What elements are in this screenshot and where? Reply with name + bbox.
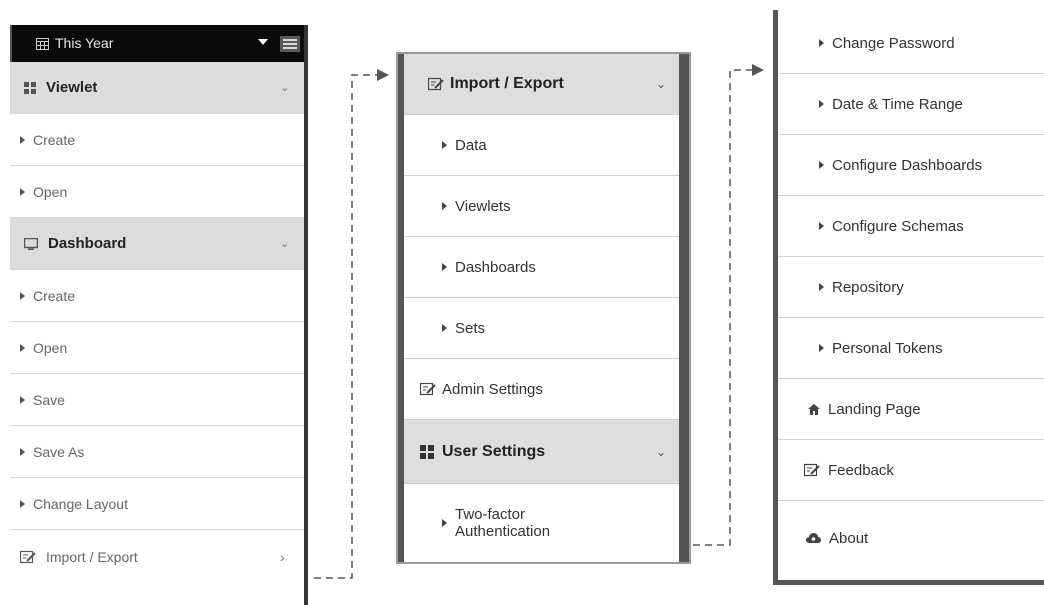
date-time-range-item[interactable]: Date & Time Range bbox=[778, 74, 1044, 135]
main-menu-panel: This Year Viewlet ⌄ Create Open Dashboar… bbox=[10, 25, 308, 605]
configure-dashboards-item[interactable]: Configure Dashboards bbox=[778, 135, 1044, 196]
hamburger-icon[interactable] bbox=[280, 36, 300, 52]
caret-right-icon bbox=[442, 202, 447, 210]
caret-right-icon bbox=[819, 161, 824, 169]
caret-right-icon bbox=[20, 291, 25, 300]
import-export-panel: Import / Export ⌄ Data Viewlets Dashboar… bbox=[396, 52, 691, 564]
two-factor-label: Two-factor Authentication bbox=[455, 506, 550, 540]
dashboard-open-item[interactable]: Open bbox=[10, 322, 304, 374]
user-settings-label: User Settings bbox=[442, 442, 546, 460]
change-password-item[interactable]: Change Password bbox=[778, 13, 1044, 74]
dashboard-save-item[interactable]: Save bbox=[10, 374, 304, 426]
caret-right-icon bbox=[442, 141, 447, 149]
caret-right-icon bbox=[819, 100, 824, 108]
menu-item-label: Open bbox=[33, 183, 68, 200]
menu-item-label: Save As bbox=[33, 443, 85, 460]
menu-item-label: Date & Time Range bbox=[832, 95, 963, 113]
import-export-label: Import / Export bbox=[450, 75, 564, 92]
import-export-label: Import / Export bbox=[46, 549, 138, 565]
menu-item-label: Change Layout bbox=[33, 495, 128, 512]
caret-right-icon bbox=[819, 39, 824, 47]
caret-right-icon bbox=[20, 499, 25, 508]
menu-item-label: Open bbox=[33, 339, 68, 356]
chevron-down-icon: ⌄ bbox=[656, 77, 667, 91]
about-item[interactable]: About bbox=[778, 501, 1044, 575]
about-label: About bbox=[829, 529, 869, 547]
chevron-right-icon: › bbox=[280, 549, 285, 565]
top-bar: This Year bbox=[10, 25, 304, 62]
menu-item-label: Personal Tokens bbox=[832, 339, 943, 357]
viewlet-section-header[interactable]: Viewlet ⌄ bbox=[10, 62, 304, 114]
menu-item-label: Viewlets bbox=[455, 197, 511, 215]
menu-item-label: Sets bbox=[455, 319, 486, 337]
menu-item-label: Data bbox=[455, 136, 487, 154]
menu-item-label: Create bbox=[33, 287, 76, 304]
caret-right-icon bbox=[442, 263, 447, 271]
landing-page-item[interactable]: Landing Page bbox=[778, 379, 1044, 440]
menu-item-label: Configure Schemas bbox=[832, 217, 964, 235]
cloud-icon bbox=[806, 532, 821, 543]
caret-right-icon bbox=[442, 519, 447, 527]
two-factor-line-1: Two-factor bbox=[455, 506, 526, 523]
import-export-viewlets-item[interactable]: Viewlets bbox=[404, 176, 679, 237]
import-export-dashboards-item[interactable]: Dashboards bbox=[404, 237, 679, 298]
monitor-icon bbox=[24, 237, 38, 250]
import-export-section-header[interactable]: Import / Export ⌄ bbox=[404, 54, 679, 115]
two-factor-authentication-item[interactable]: Two-factor Authentication bbox=[404, 484, 679, 562]
chevron-down-icon: ⌄ bbox=[656, 444, 667, 459]
viewlet-open-item[interactable]: Open bbox=[10, 166, 304, 218]
admin-settings-item[interactable]: Admin Settings bbox=[404, 359, 679, 420]
dashboard-change-layout-item[interactable]: Change Layout bbox=[10, 478, 304, 530]
edit-icon bbox=[420, 382, 436, 396]
dashboard-create-item[interactable]: Create bbox=[10, 270, 304, 322]
caret-right-icon bbox=[20, 395, 25, 404]
caret-right-icon bbox=[20, 447, 25, 456]
date-range-selector[interactable]: This Year bbox=[36, 35, 113, 51]
feedback-label: Feedback bbox=[828, 461, 894, 479]
feedback-item[interactable]: Feedback bbox=[778, 440, 1044, 501]
import-export-data-item[interactable]: Data bbox=[404, 115, 679, 176]
menu-item-label: Dashboards bbox=[455, 258, 536, 276]
calendar-icon bbox=[36, 37, 49, 50]
repository-item[interactable]: Repository bbox=[778, 257, 1044, 318]
caret-right-icon bbox=[819, 283, 824, 291]
menu-item-label: Repository bbox=[832, 278, 904, 296]
caret-down-icon[interactable] bbox=[258, 39, 268, 45]
dashboard-label: Dashboard bbox=[48, 235, 127, 252]
dashboard-section-header[interactable]: Dashboard ⌄ bbox=[10, 218, 304, 270]
edit-icon bbox=[20, 550, 36, 564]
import-export-item[interactable]: Import / Export › bbox=[10, 531, 304, 583]
menu-item-label: Create bbox=[33, 131, 76, 148]
edit-icon bbox=[804, 463, 820, 477]
landing-page-label: Landing Page bbox=[828, 400, 921, 418]
two-factor-line-2: Authentication bbox=[455, 523, 551, 540]
personal-tokens-item[interactable]: Personal Tokens bbox=[778, 318, 1044, 379]
user-settings-section-header[interactable]: User Settings ⌄ bbox=[404, 420, 679, 484]
admin-settings-label: Admin Settings bbox=[442, 380, 543, 398]
caret-right-icon bbox=[20, 343, 25, 352]
edit-icon bbox=[428, 77, 444, 91]
caret-right-icon bbox=[20, 135, 25, 144]
chevron-down-icon: ⌄ bbox=[280, 238, 290, 250]
home-icon bbox=[808, 403, 820, 415]
menu-item-label: Configure Dashboards bbox=[832, 156, 983, 174]
caret-right-icon bbox=[819, 344, 824, 352]
import-export-sets-item[interactable]: Sets bbox=[404, 298, 679, 359]
caret-right-icon bbox=[20, 187, 25, 196]
viewlet-label: Viewlet bbox=[46, 79, 98, 96]
viewlet-create-item[interactable]: Create bbox=[10, 114, 304, 166]
dashboard-save-as-item[interactable]: Save As bbox=[10, 426, 304, 478]
grid-icon bbox=[420, 444, 434, 459]
menu-item-label: Save bbox=[33, 391, 65, 408]
caret-right-icon bbox=[442, 324, 447, 332]
configure-schemas-item[interactable]: Configure Schemas bbox=[778, 196, 1044, 257]
date-range-label: This Year bbox=[55, 35, 114, 51]
menu-item-label: Change Password bbox=[832, 34, 955, 52]
user-settings-panel: Change Password Date & Time Range Config… bbox=[773, 10, 1044, 585]
chevron-down-icon: ⌄ bbox=[280, 82, 290, 94]
caret-right-icon bbox=[819, 222, 824, 230]
grid-icon bbox=[24, 81, 36, 94]
